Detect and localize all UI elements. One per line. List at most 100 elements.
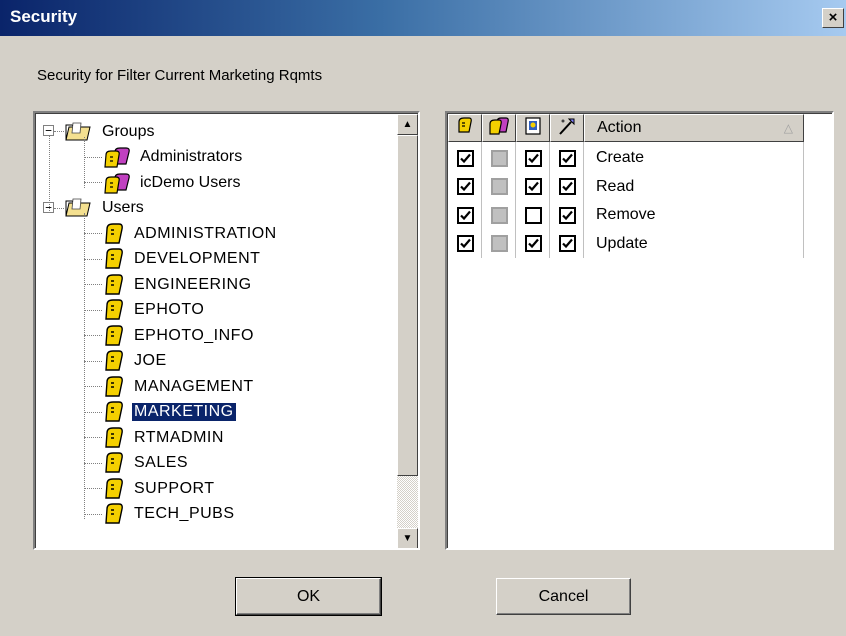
tree-node-item[interactable]: DEVELOPMENT xyxy=(102,247,262,272)
tree-view[interactable]: − Groups Administrators icDemo Users − Users A… xyxy=(36,114,394,548)
tree-node-item[interactable]: EPHOTO_INFO xyxy=(102,323,256,348)
checkbox-checked[interactable] xyxy=(558,149,576,167)
user-icon xyxy=(102,222,126,246)
tree-connector xyxy=(84,233,102,234)
group-column-header[interactable] xyxy=(482,114,516,142)
tree-node-label: JOE xyxy=(134,352,167,369)
window-title: Security xyxy=(10,7,78,26)
tree-node-item[interactable]: SUPPORT xyxy=(102,476,217,501)
checkbox-checked[interactable] xyxy=(456,149,474,167)
checkbox-disabled xyxy=(490,206,508,224)
checkbox-checked[interactable] xyxy=(558,178,576,195)
tree-node-label: MANAGEMENT xyxy=(134,377,254,395)
permissions-list[interactable]: Action △ Create Read Remove Update xyxy=(445,111,834,550)
tree-node-label: SUPPORT xyxy=(134,479,215,497)
scroll-track[interactable] xyxy=(397,476,418,528)
action-label: Create xyxy=(596,149,645,166)
checkbox-cell xyxy=(550,173,584,201)
checkbox-cell xyxy=(516,173,550,201)
checkbox-cell xyxy=(516,201,550,229)
tree-node-item[interactable]: EPHOTO xyxy=(102,298,206,323)
tree-node-item[interactable]: icDemo Users xyxy=(102,170,242,195)
user-column-header[interactable] xyxy=(448,114,482,142)
tree-node-item[interactable]: ENGINEERING xyxy=(102,272,254,297)
checkbox-cell xyxy=(448,173,482,201)
tree-connector xyxy=(84,284,102,285)
checkbox-disabled xyxy=(490,149,508,167)
tree-node-item[interactable]: RTMADMIN xyxy=(102,425,226,450)
checkbox-cell xyxy=(516,230,550,258)
tree-node-groups[interactable]: Groups xyxy=(64,119,156,144)
permission-row[interactable]: Read xyxy=(448,173,634,201)
user-icon xyxy=(102,400,126,424)
tree-connector xyxy=(54,131,64,132)
folder-open-icon xyxy=(64,197,94,219)
tree-connector xyxy=(84,360,102,362)
tree-node-item[interactable]: ADMINISTRATION xyxy=(102,221,279,246)
tree-connector xyxy=(84,136,85,188)
tree-node-item[interactable]: TECH_PUBS xyxy=(102,502,237,527)
tree-node-label: EPHOTO xyxy=(134,301,205,318)
checkbox-cell xyxy=(482,201,516,229)
checkbox-checked[interactable] xyxy=(558,235,576,252)
tree-connector xyxy=(84,488,102,489)
scroll-up-button[interactable]: ▲ xyxy=(397,114,418,135)
checkbox-cell xyxy=(482,173,516,201)
user-icon xyxy=(102,324,126,348)
user-icon xyxy=(102,375,126,399)
tree-node-item[interactable]: MANAGEMENT xyxy=(102,374,256,399)
user-icon xyxy=(102,298,126,322)
scroll-thumb[interactable] xyxy=(397,135,418,476)
tree-connector xyxy=(49,136,50,213)
column-divider xyxy=(481,142,482,258)
user-icon xyxy=(102,426,126,450)
tree-connector xyxy=(84,462,102,464)
checkbox-checked[interactable] xyxy=(456,235,474,252)
column-divider xyxy=(515,142,516,258)
action-column-header[interactable]: Action △ xyxy=(584,114,804,142)
permission-row[interactable]: Create xyxy=(448,144,644,172)
tree-connector xyxy=(84,411,102,413)
close-icon[interactable]: × xyxy=(822,8,844,28)
tree-node-users[interactable]: Users xyxy=(64,196,146,221)
tree-node-item[interactable]: SALES xyxy=(102,451,190,476)
checkbox-unchecked[interactable] xyxy=(524,206,542,224)
expand-collapse-icon[interactable]: − xyxy=(43,125,54,136)
tree-node-item[interactable]: MARKETING xyxy=(102,400,237,425)
tree-node-label: DEVELOPMENT xyxy=(134,250,261,267)
checkbox-disabled xyxy=(490,178,508,195)
tree-node-item[interactable]: JOE xyxy=(102,349,169,374)
checkbox-checked[interactable] xyxy=(524,235,542,252)
checkbox-checked[interactable] xyxy=(558,206,576,224)
checkbox-checked[interactable] xyxy=(456,178,474,195)
user-icon xyxy=(102,451,126,475)
tree-connector xyxy=(84,156,102,158)
scroll-down-button[interactable]: ▼ xyxy=(397,528,418,548)
user-icon xyxy=(102,477,126,501)
checkbox-checked[interactable] xyxy=(524,149,542,167)
permission-row[interactable]: Update xyxy=(448,230,648,258)
principal-tree[interactable]: − Groups Administrators icDemo Users − Users A… xyxy=(33,111,420,550)
tree-connector xyxy=(84,335,102,336)
tree-scrollbar[interactable]: ▲ ▼ xyxy=(397,114,418,548)
checkbox-checked[interactable] xyxy=(524,178,542,195)
action-label: Read xyxy=(596,177,635,195)
permission-row[interactable]: Remove xyxy=(448,201,656,229)
sort-ascending-icon: △ xyxy=(783,121,793,135)
tree-node-item[interactable]: Administrators xyxy=(102,145,244,170)
checkbox-cell xyxy=(516,144,550,172)
tree-node-label: Administrators xyxy=(140,148,243,165)
checkbox-cell xyxy=(550,144,584,172)
checkbox-cell xyxy=(448,201,482,229)
inherit-column-header[interactable] xyxy=(516,114,550,142)
tree-connector xyxy=(84,213,85,519)
ok-button[interactable]: OK xyxy=(235,577,382,616)
wand-column-header[interactable] xyxy=(550,114,584,142)
checkbox-checked[interactable] xyxy=(456,206,474,224)
tree-node-label: EPHOTO_INFO xyxy=(134,326,254,344)
wand-icon xyxy=(557,116,577,141)
checkbox-cell xyxy=(482,144,516,172)
column-divider xyxy=(549,142,550,258)
tree-node-label: icDemo Users xyxy=(140,173,241,191)
cancel-button[interactable]: Cancel xyxy=(496,578,631,615)
